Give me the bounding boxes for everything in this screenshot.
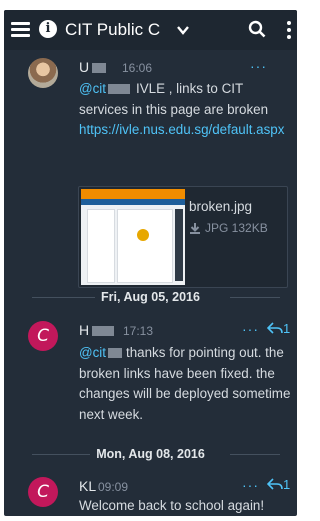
chat-screen: i CIT Public C U 16:06 ··· @cit IVLE , li… [4,10,297,516]
message-menu-icon[interactable]: ··· [242,321,259,337]
reply-icon [266,322,283,334]
reply-count[interactable]: 1 [266,477,290,492]
top-bar: i CIT Public C [4,10,297,50]
download-icon[interactable] [189,222,201,234]
room-title[interactable]: CIT Public C [65,20,173,40]
avatar[interactable]: C [28,477,58,507]
date-divider: Mon, Aug 08, 2016 [4,445,297,463]
attachment-thumbnail[interactable] [81,189,185,285]
author-name[interactable]: U [79,59,107,75]
info-icon[interactable]: i [39,20,57,38]
redacted-name [92,63,107,74]
message-body: @cit thanks for pointing out. the broken … [79,345,291,422]
attachment-file-name[interactable]: broken.jpg [189,199,252,214]
reply-icon [266,478,283,490]
message-time: 17:13 [123,324,154,338]
hamburger-icon[interactable] [11,22,30,37]
message-body: Welcome back to school again! [79,498,265,513]
avatar[interactable] [28,58,58,88]
message-time: 09:09 [98,480,129,494]
more-vert-icon[interactable] [287,21,293,39]
mention[interactable]: @cit [79,345,106,360]
date-divider: Fri, Aug 05, 2016 [4,288,297,306]
reply-count[interactable]: 1 [266,321,290,336]
author-name[interactable]: KL [79,478,96,494]
message-link[interactable]: https://ivle.nus.edu.sg/default.aspx [79,122,284,137]
attachment-card[interactable]: broken.jpg JPG 132KB [78,186,288,288]
message-menu-icon[interactable]: ··· [242,477,259,493]
redacted-name [92,326,115,337]
chevron-down-icon[interactable] [175,22,191,38]
avatar[interactable]: C [28,321,58,351]
message-menu-icon[interactable]: ··· [250,58,267,74]
redacted-mention [107,348,122,359]
search-icon[interactable] [248,20,266,38]
message-body: @cit IVLE , links to CIT services in this… [79,81,285,137]
redacted-mention [107,84,130,95]
mention[interactable]: @cit [79,81,106,96]
attachment-meta: JPG 132KB [189,221,268,235]
author-name[interactable]: H [79,322,115,338]
message-time: 16:06 [122,61,153,75]
